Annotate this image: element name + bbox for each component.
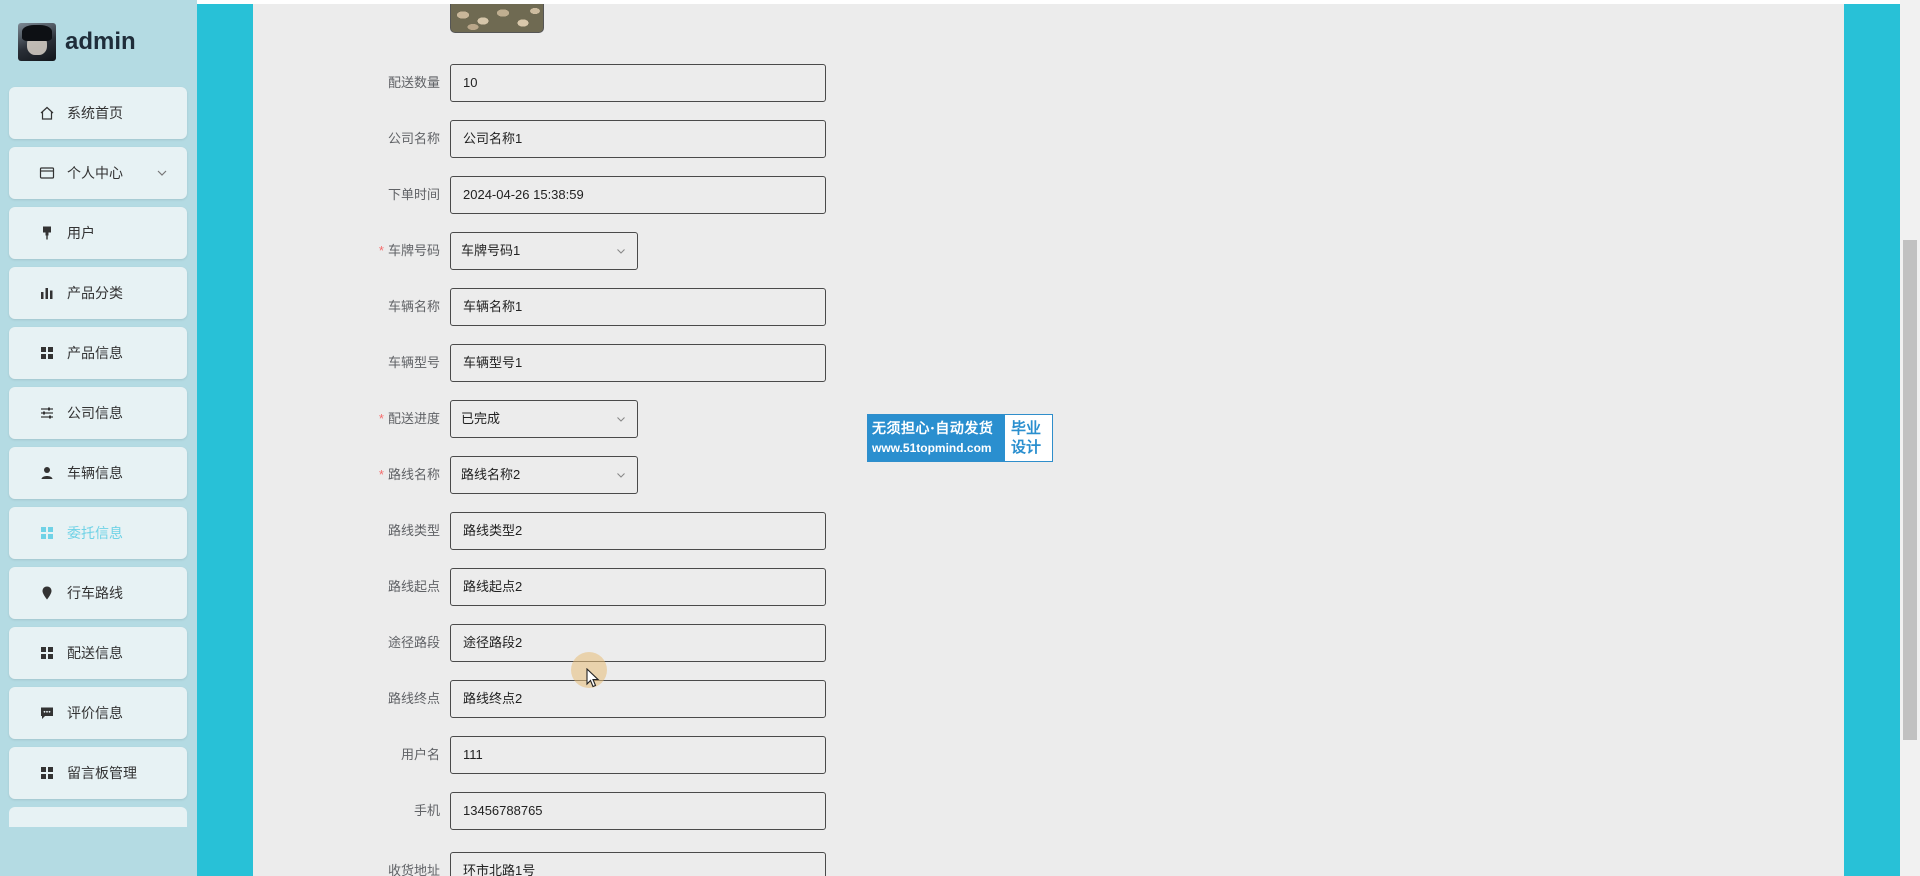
field-label: 收货地址 bbox=[387, 863, 440, 876]
select-value: 已完成 bbox=[461, 411, 501, 426]
sidebar-item-commission-info[interactable]: 委托信息 bbox=[9, 507, 187, 559]
chevron-down-icon bbox=[157, 170, 167, 176]
shipping-address-input[interactable]: 环市北路1号 bbox=[450, 852, 826, 876]
watermark-main: 无须担心·自动发货 www.51topmind.com bbox=[868, 415, 1005, 461]
required-mark: * bbox=[378, 243, 384, 258]
via-section-input[interactable]: 途径路段2 bbox=[450, 624, 826, 662]
sidebar-item-label: 个人中心 bbox=[67, 165, 123, 181]
field-label: 手机 bbox=[413, 803, 440, 818]
watermark-side: 毕业 设计 bbox=[1005, 415, 1052, 461]
sidebar-menu: 系统首页 个人中心 用户 产品分类 产品信息 公司信息 车辆信息 委托信息 行车… bbox=[9, 87, 187, 827]
sidebar-item-label: 委托信息 bbox=[67, 525, 123, 541]
sidebar-item-home[interactable]: 系统首页 bbox=[9, 87, 187, 139]
field-label: * 配送进度 bbox=[363, 400, 440, 438]
sidebar-item-label: 用户 bbox=[67, 225, 95, 241]
sidebar-item-message-board[interactable]: 留言板管理 bbox=[9, 747, 187, 799]
chevron-down-icon bbox=[617, 473, 625, 478]
mouse-cursor-icon bbox=[586, 668, 600, 688]
scrollbar-thumb[interactable] bbox=[1903, 240, 1917, 740]
field-label: * 路线名称 bbox=[363, 456, 440, 494]
main-content: 配送数量 10 公司名称 公司名称1 下单时间 2024-04-26 15:38… bbox=[253, 4, 1844, 876]
watermark-slogan: 无须担心·自动发货 bbox=[872, 421, 994, 437]
sidebar-item-product-info[interactable]: 产品信息 bbox=[9, 327, 187, 379]
field-label: 路线终点 bbox=[387, 691, 440, 706]
sidebar-header: admin bbox=[18, 22, 136, 62]
field-label: 用户名 bbox=[400, 747, 440, 762]
field-label-text: 路线名称 bbox=[387, 467, 440, 482]
delivery-qty-input[interactable]: 10 bbox=[450, 64, 826, 102]
grid-icon bbox=[41, 647, 53, 659]
grid-icon bbox=[41, 527, 53, 539]
field-label: 配送数量 bbox=[387, 75, 440, 90]
sidebar-item-review-info[interactable]: 评价信息 bbox=[9, 687, 187, 739]
sidebar-item-vehicle-info[interactable]: 车辆信息 bbox=[9, 447, 187, 499]
person-icon bbox=[41, 467, 53, 479]
product-thumbnail[interactable] bbox=[450, 4, 544, 33]
route-type-input[interactable]: 路线类型2 bbox=[450, 512, 826, 550]
plate-number-select[interactable]: 车牌号码1 bbox=[450, 232, 638, 270]
chevron-down-icon bbox=[617, 417, 625, 422]
sidebar-item-partial[interactable] bbox=[9, 807, 187, 827]
sidebar-item-label: 系统首页 bbox=[67, 105, 123, 121]
location-pin-icon bbox=[42, 586, 52, 600]
required-mark: * bbox=[378, 467, 384, 482]
home-icon bbox=[40, 106, 54, 120]
sidebar-item-label: 车辆信息 bbox=[67, 465, 123, 481]
delivery-progress-select[interactable]: 已完成 bbox=[450, 400, 638, 438]
sidebar-item-company-info[interactable]: 公司信息 bbox=[9, 387, 187, 439]
phone-input[interactable]: 13456788765 bbox=[450, 792, 826, 830]
sidebar-item-label: 公司信息 bbox=[67, 405, 123, 421]
field-label: 公司名称 bbox=[387, 131, 440, 146]
sidebar-item-label: 留言板管理 bbox=[67, 765, 137, 781]
field-label: 路线起点 bbox=[387, 579, 440, 594]
field-label: 车辆型号 bbox=[387, 355, 440, 370]
grid-icon bbox=[41, 767, 53, 779]
grid-icon bbox=[41, 347, 53, 359]
pin-icon bbox=[43, 226, 51, 240]
accent-band-left bbox=[197, 4, 253, 876]
sidebar-item-label: 产品信息 bbox=[67, 345, 123, 361]
route-name-select[interactable]: 路线名称2 bbox=[450, 456, 638, 494]
sidebar-item-label: 配送信息 bbox=[67, 645, 123, 661]
watermark-badge: 无须担心·自动发货 www.51topmind.com 毕业 设计 bbox=[867, 414, 1053, 462]
route-start-input[interactable]: 路线起点2 bbox=[450, 568, 826, 606]
field-label: 路线类型 bbox=[387, 523, 440, 538]
field-label: 途径路段 bbox=[387, 635, 440, 650]
select-value: 路线名称2 bbox=[461, 467, 521, 482]
bar-chart-icon bbox=[41, 288, 53, 299]
id-card-icon bbox=[39, 167, 55, 179]
field-label-text: 车牌号码 bbox=[387, 243, 440, 258]
avatar[interactable] bbox=[18, 23, 56, 61]
accent-band-right bbox=[1844, 4, 1900, 876]
sidebar-item-label: 行车路线 bbox=[67, 585, 123, 601]
sidebar-item-product-category[interactable]: 产品分类 bbox=[9, 267, 187, 319]
chat-icon bbox=[41, 707, 53, 719]
sidebar-item-user[interactable]: 用户 bbox=[9, 207, 187, 259]
company-name-input[interactable]: 公司名称1 bbox=[450, 120, 826, 158]
vehicle-name-input[interactable]: 车辆名称1 bbox=[450, 288, 826, 326]
sidebar-item-label: 评价信息 bbox=[67, 705, 123, 721]
field-label: 下单时间 bbox=[387, 187, 440, 202]
select-value: 车牌号码1 bbox=[461, 243, 521, 258]
order-time-input[interactable]: 2024-04-26 15:38:59 bbox=[450, 176, 826, 214]
vehicle-model-input[interactable]: 车辆型号1 bbox=[450, 344, 826, 382]
sidebar-item-delivery-info[interactable]: 配送信息 bbox=[9, 627, 187, 679]
watermark-side-bottom: 设计 bbox=[1011, 439, 1042, 456]
chevron-down-icon bbox=[617, 249, 625, 254]
field-label: * 车牌号码 bbox=[363, 232, 440, 270]
sliders-icon bbox=[41, 407, 53, 419]
field-label-text: 配送进度 bbox=[387, 411, 440, 426]
field-label: 车辆名称 bbox=[387, 299, 440, 314]
sidebar-item-personal-center[interactable]: 个人中心 bbox=[9, 147, 187, 199]
sidebar: admin 系统首页 个人中心 用户 产品分类 产品信息 公司信息 车辆信息 委… bbox=[0, 0, 197, 876]
watermark-url: www.51topmind.com bbox=[872, 441, 992, 455]
sidebar-item-driving-route[interactable]: 行车路线 bbox=[9, 567, 187, 619]
username-input[interactable]: 111 bbox=[450, 736, 826, 774]
required-mark: * bbox=[378, 411, 384, 426]
sidebar-item-label: 产品分类 bbox=[67, 285, 123, 301]
watermark-side-top: 毕业 bbox=[1011, 420, 1042, 437]
admin-name: admin bbox=[65, 28, 136, 55]
route-end-input[interactable]: 路线终点2 bbox=[450, 680, 826, 718]
